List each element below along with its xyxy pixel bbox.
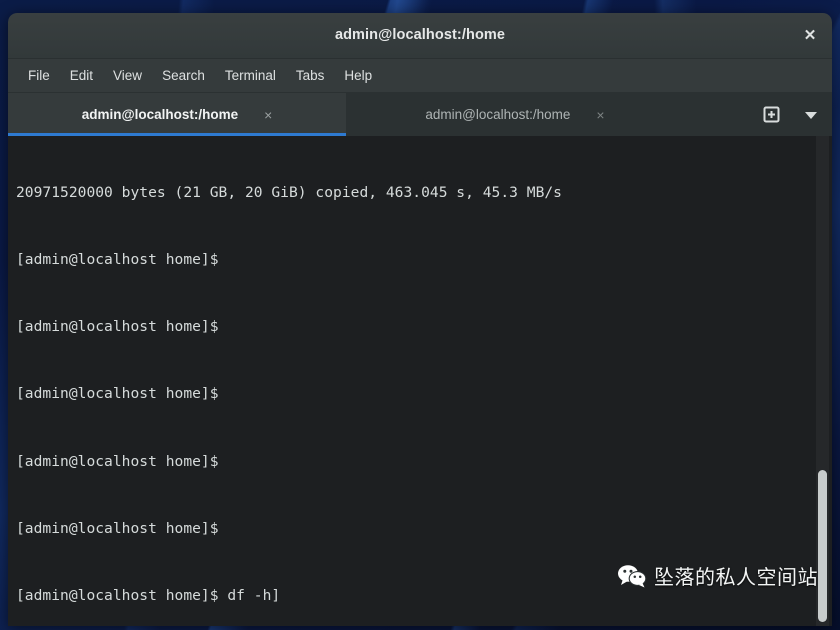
tabbar-actions xyxy=(758,93,832,136)
window-titlebar[interactable]: admin@localhost:/home ✕ xyxy=(8,13,832,59)
tabbar: admin@localhost:/home × admin@localhost:… xyxy=(8,93,832,136)
chevron-down-icon[interactable] xyxy=(798,102,824,128)
menu-item-tabs[interactable]: Tabs xyxy=(286,65,335,86)
close-icon[interactable]: ✕ xyxy=(798,24,822,48)
terminal-line: [admin@localhost home]$ df -h] xyxy=(16,587,281,605)
tab-close-icon[interactable]: × xyxy=(264,107,272,123)
terminal-line: [admin@localhost home]$ xyxy=(16,452,219,470)
tab-title: admin@localhost:/home xyxy=(81,107,239,122)
menu-item-search[interactable]: Search xyxy=(152,65,215,86)
terminal-line: [admin@localhost home]$ xyxy=(16,318,219,336)
new-tab-icon[interactable] xyxy=(758,102,784,128)
terminal-output: 20971520000 bytes (21 GB, 20 GiB) copied… xyxy=(16,137,810,626)
menu-item-edit[interactable]: Edit xyxy=(60,65,103,86)
menu-item-file[interactable]: File xyxy=(18,65,60,86)
tab-close-icon[interactable]: × xyxy=(596,107,604,123)
menu-item-view[interactable]: View xyxy=(103,65,152,86)
scrollbar-thumb[interactable] xyxy=(818,470,827,622)
menubar: File Edit View Search Terminal Tabs Help xyxy=(8,59,832,93)
tab-terminal-2[interactable]: admin@localhost:/home × xyxy=(346,93,684,136)
menu-item-help[interactable]: Help xyxy=(334,65,382,86)
tab-terminal-1[interactable]: admin@localhost:/home × xyxy=(8,93,346,136)
terminal-window: admin@localhost:/home ✕ File Edit View S… xyxy=(8,13,832,626)
terminal-body[interactable]: 20971520000 bytes (21 GB, 20 GiB) copied… xyxy=(8,136,832,626)
terminal-line: 20971520000 bytes (21 GB, 20 GiB) copied… xyxy=(16,183,562,201)
tab-title: admin@localhost:/home xyxy=(425,107,571,122)
menu-item-terminal[interactable]: Terminal xyxy=(215,65,286,86)
terminal-line: [admin@localhost home]$ xyxy=(16,251,219,269)
window-title: admin@localhost:/home xyxy=(334,27,506,43)
terminal-line: [admin@localhost home]$ xyxy=(16,519,219,537)
scrollbar[interactable] xyxy=(816,136,829,626)
terminal-line: [admin@localhost home]$ xyxy=(16,385,219,403)
